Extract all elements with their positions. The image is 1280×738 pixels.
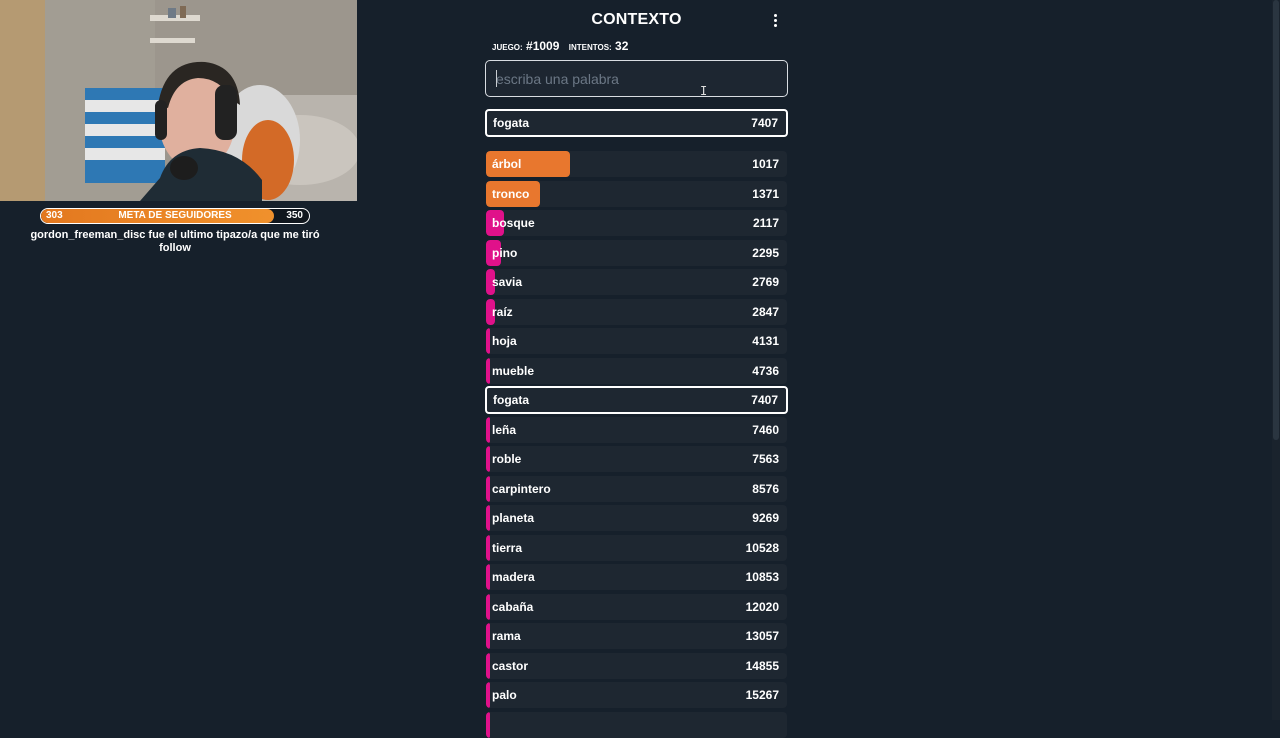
guess-row: cabaña 12020 [486, 593, 787, 620]
guess-word: árbol [492, 157, 522, 171]
guess-proximity-bar [486, 505, 490, 531]
guess-row: castor 14855 [486, 652, 787, 679]
guess-rank: 10853 [745, 570, 779, 584]
guess-word: roble [492, 452, 522, 466]
last-follower-alert: gordon_freeman_disc fue el ultimo tipazo… [30, 229, 320, 254]
guess-row: árbol 1017 [486, 151, 787, 177]
current-guess-rank: 7407 [751, 116, 778, 130]
guess-rank: 2295 [752, 245, 779, 260]
guess-proximity-bar [486, 357, 490, 384]
guess-proximity-bar [486, 446, 490, 472]
guess-rank: 2847 [752, 304, 779, 319]
guess-row: roble 7563 [486, 446, 787, 472]
more-options-icon[interactable] [771, 14, 779, 28]
guess-word: palo [492, 688, 517, 702]
guess-rank: 12020 [745, 599, 779, 614]
guess-proximity-bar [486, 652, 490, 679]
guess-word: raíz [492, 304, 513, 319]
guess-word: madera [492, 570, 535, 584]
guess-proximity-bar [486, 593, 490, 620]
guess-row: rama 13057 [486, 623, 787, 649]
attempts-count: 32 [615, 39, 629, 53]
guess-row: leña 7460 [486, 416, 787, 443]
guess-proximity-bar [486, 416, 490, 443]
guess-row: tronco 1371 [486, 180, 787, 207]
guess-rank: 9269 [752, 511, 779, 525]
game-number-label: JUEGO: [492, 43, 523, 52]
guess-word: carpintero [492, 481, 551, 496]
guess-rank: 7407 [751, 393, 778, 407]
text-caret [496, 70, 497, 87]
page-title: CONTEXTO [591, 11, 682, 28]
guess-rank: 2769 [752, 275, 779, 289]
follower-goal-bar: 303 META DE SEGUIDORES 350 [40, 208, 310, 224]
guess-rank: 4736 [752, 363, 779, 378]
guess-row: carpintero 8576 [486, 475, 787, 502]
follower-goal-target: 350 [286, 210, 303, 221]
guess-word: planeta [492, 511, 535, 525]
scrollbar-thumb[interactable] [1273, 0, 1279, 440]
guess-word: rama [492, 629, 521, 643]
guess-proximity-bar [486, 564, 490, 590]
attempts-label: INTENTOS: [568, 43, 612, 52]
guess-rank: 7460 [752, 422, 779, 437]
guess-word: hoja [492, 334, 517, 348]
guess-row [486, 711, 787, 738]
webcam-image [0, 0, 357, 201]
current-guess-word: fogata [493, 116, 529, 130]
guess-word: leña [492, 422, 517, 437]
guess-row: raíz 2847 [486, 298, 787, 325]
guess-row-current: fogata 7407 [485, 386, 788, 414]
guess-word: castor [492, 658, 529, 673]
webcam-overlay [0, 0, 357, 201]
guess-rank: 10528 [745, 540, 779, 555]
text-cursor-icon: I [700, 84, 708, 98]
guess-row: hoja 4131 [486, 328, 787, 354]
current-guess-row: fogata 7407 [485, 109, 788, 137]
guess-rank: 8576 [752, 481, 779, 496]
game-number: #1009 [526, 39, 560, 53]
guess-row: pino 2295 [486, 239, 787, 266]
guess-row: bosque 2117 [486, 210, 787, 236]
guess-row: planeta 9269 [486, 505, 787, 531]
guess-word: bosque [492, 216, 535, 230]
guess-rank: 4131 [752, 334, 779, 348]
game-info: JUEGO: #1009 INTENTOS: 32 [492, 39, 634, 53]
guess-proximity-bar [486, 711, 490, 738]
guess-rank: 14855 [745, 658, 779, 673]
guess-rank: 15267 [745, 688, 779, 702]
guess-word: cabaña [492, 599, 534, 614]
guess-rank: 1017 [752, 157, 779, 171]
guess-rank: 1371 [752, 186, 779, 201]
guess-proximity-bar [486, 534, 490, 561]
follower-goal-label: META DE SEGUIDORES [118, 210, 232, 221]
guess-word: tronco [492, 186, 530, 201]
guess-row: madera 10853 [486, 564, 787, 590]
guess-row: mueble 4736 [486, 357, 787, 384]
guess-rank: 13057 [745, 629, 779, 643]
guess-word: mueble [492, 363, 535, 378]
guess-row: tierra 10528 [486, 534, 787, 561]
guess-word: tierra [492, 540, 523, 555]
guess-proximity-bar [486, 623, 490, 649]
guess-word: fogata [493, 393, 529, 407]
guess-word: pino [492, 245, 518, 260]
guess-row: palo 15267 [486, 682, 787, 708]
word-input[interactable] [485, 60, 788, 97]
guess-proximity-bar [486, 682, 490, 708]
page-scrollbar[interactable] [1272, 0, 1280, 720]
guess-rank: 7563 [752, 452, 779, 466]
guess-word: savia [492, 275, 523, 289]
guess-proximity-bar [486, 328, 490, 354]
guess-row: savia 2769 [486, 269, 787, 295]
guess-rank: 2117 [752, 216, 779, 230]
guess-proximity-bar [486, 475, 490, 502]
